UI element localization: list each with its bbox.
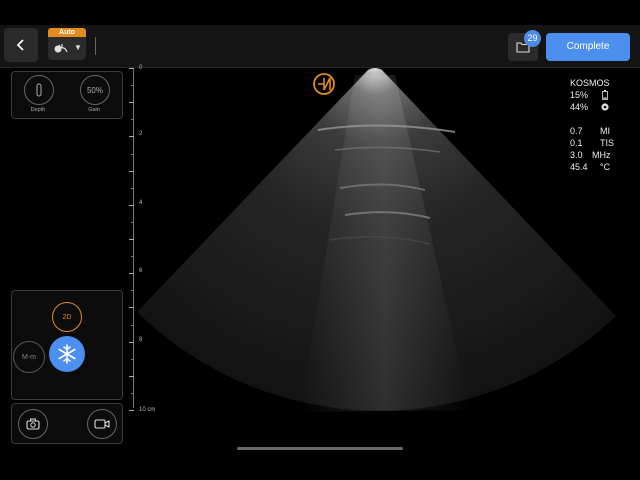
chevron-left-icon [16, 39, 24, 51]
depth-tick [129, 204, 134, 206]
depth-label-2: 2 [139, 131, 143, 137]
probe-battery-level: 44% [570, 102, 589, 112]
back-button[interactable] [4, 28, 38, 62]
freeze-button[interactable] [49, 336, 85, 372]
depth-label: Depth [30, 107, 46, 113]
depth-tick [129, 170, 134, 172]
depth-label-8: 8 [139, 337, 143, 343]
depth-tick [131, 358, 134, 360]
frequency-label: MHz [592, 150, 611, 160]
tis-label: TIS [600, 138, 615, 148]
battery-level: 15% [570, 90, 589, 100]
depth-label-6: 6 [139, 268, 143, 274]
depth-tick [129, 410, 134, 411]
camera-icon [26, 418, 40, 430]
temperature-label: °C [600, 162, 611, 172]
gain-label: Gain [88, 107, 100, 113]
frequency-value: 3.0 [570, 150, 583, 160]
mode-panel: 2D M-m [11, 290, 123, 400]
gain-control[interactable]: 50% [80, 75, 110, 105]
depth-tick [131, 85, 134, 87]
depth-tick [129, 136, 134, 138]
auto-badge: Auto [48, 28, 86, 37]
caret-down-icon: ▼ [74, 43, 82, 52]
depth-label-10: 10 cm [139, 407, 156, 413]
depth-label-4: 4 [139, 200, 143, 206]
probe-icon [601, 103, 609, 111]
home-indicator[interactable] [237, 447, 403, 450]
image-count-badge: 29 [524, 30, 541, 47]
video-camera-icon [94, 419, 110, 429]
snowflake-icon [58, 344, 76, 364]
depth-tick [129, 102, 134, 104]
mi-label: MI [600, 126, 610, 136]
depth-tick [131, 221, 134, 223]
depth-tick [129, 239, 134, 240]
device-name: KOSMOS [570, 78, 610, 88]
capture-panel [11, 403, 123, 444]
temperature-value: 45.4 [570, 162, 588, 172]
preset-selector[interactable]: ▼ [48, 33, 86, 60]
depth-tick [129, 341, 134, 343]
depth-tick [129, 375, 134, 377]
divider [95, 37, 96, 55]
top-toolbar: ▼ Auto 29 Complete [0, 25, 640, 68]
depth-tick [131, 153, 134, 155]
tis-value: 0.1 [570, 138, 583, 148]
depth-tick [131, 187, 134, 189]
battery-icon [602, 90, 608, 100]
imaging-controls-panel: Depth 50% Gain [11, 71, 123, 119]
depth-tick [129, 273, 134, 275]
depth-tick [131, 256, 134, 258]
depth-tick [131, 119, 134, 121]
mode-m-button[interactable]: M-m [13, 341, 45, 373]
depth-tick [131, 324, 134, 326]
lungs-icon [54, 44, 68, 53]
depth-control[interactable] [24, 75, 54, 105]
mode-2d-button[interactable]: 2D [52, 302, 82, 332]
complete-button[interactable]: Complete [546, 33, 630, 61]
depth-label-0: 0 [139, 65, 143, 71]
capture-photo-button[interactable] [18, 409, 48, 439]
depth-icon [36, 83, 42, 97]
depth-tick [129, 68, 134, 69]
depth-tick [131, 392, 134, 394]
depth-tick [129, 307, 134, 309]
orientation-logo-icon [313, 73, 335, 95]
depth-tick [131, 290, 134, 292]
device-info-panel: KOSMOS 15% 44% 0.7 MI 0.1 TIS 3.0 MHz 45.4 °… [570, 77, 614, 173]
record-video-button[interactable] [87, 409, 117, 439]
mi-value: 0.7 [570, 126, 583, 136]
